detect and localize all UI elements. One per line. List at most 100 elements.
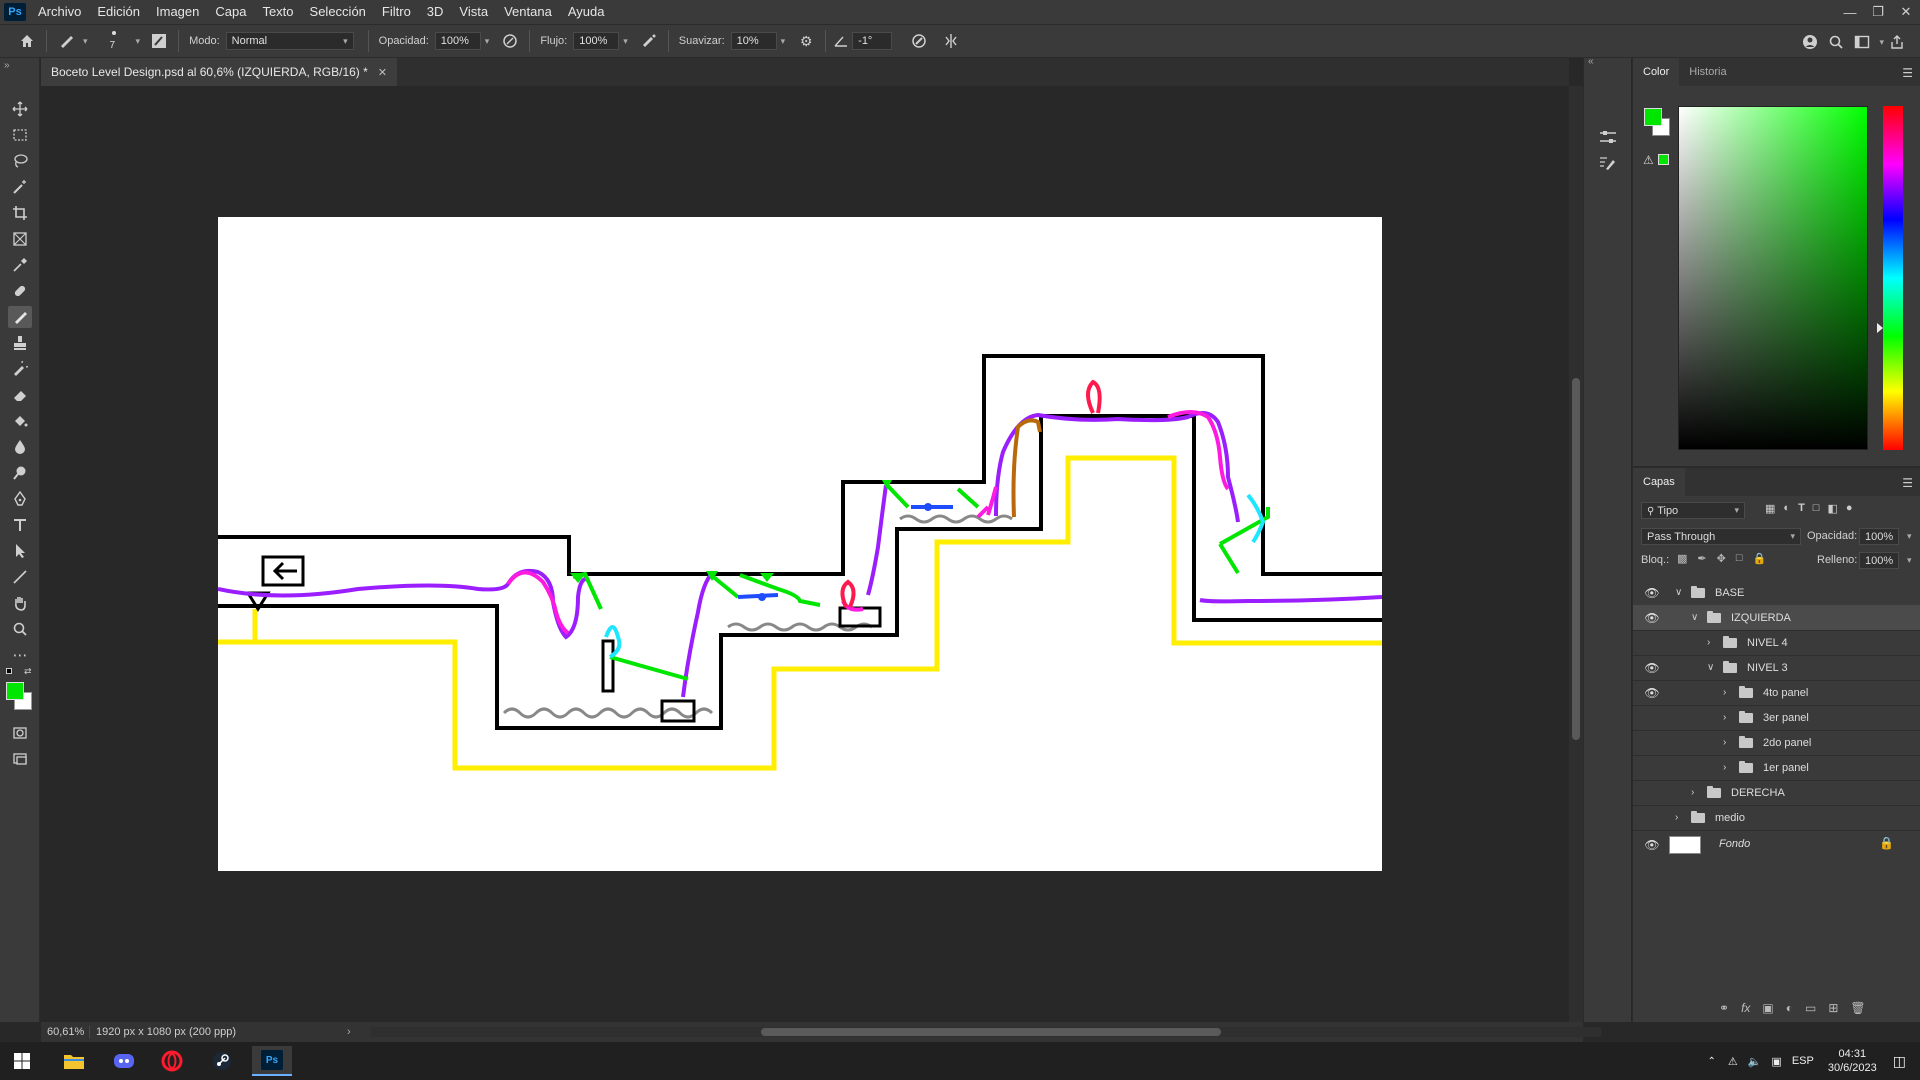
layer-row-nivel-4[interactable]: › NIVEL 4 bbox=[1633, 630, 1920, 655]
chevron-right-icon[interactable]: › bbox=[1707, 637, 1719, 648]
move-tool-icon[interactable] bbox=[8, 98, 32, 120]
chevron-down-icon[interactable]: ▾ bbox=[1907, 555, 1912, 566]
collapse-icon[interactable]: » bbox=[4, 60, 10, 71]
layer-row-1er-panel[interactable]: › 1er panel bbox=[1633, 755, 1920, 780]
crop-tool-icon[interactable] bbox=[8, 202, 32, 224]
windows-start-icon[interactable] bbox=[2, 1046, 42, 1076]
menu-ventana[interactable]: Ventana bbox=[496, 0, 560, 24]
pressure-opacity-icon[interactable] bbox=[497, 28, 523, 54]
hand-tool-icon[interactable] bbox=[8, 592, 32, 614]
menu-edicion[interactable]: Edición bbox=[89, 0, 148, 24]
file-explorer-icon[interactable] bbox=[54, 1046, 94, 1076]
filter-toggle-icon[interactable]: ● bbox=[1846, 502, 1853, 515]
symmetry-icon[interactable] bbox=[938, 28, 964, 54]
properties-icon[interactable] bbox=[1596, 126, 1620, 148]
visibility-eye-icon[interactable]: 👁 bbox=[1644, 655, 1660, 680]
steam-icon[interactable] bbox=[202, 1046, 242, 1076]
photoshop-logo-icon[interactable]: Ps bbox=[4, 3, 26, 21]
paint-bucket-tool-icon[interactable] bbox=[8, 410, 32, 432]
layer-row-4to-panel[interactable]: 👁 › 4to panel bbox=[1633, 680, 1920, 705]
adjustment-filter-icon[interactable]: ◐ bbox=[1783, 502, 1790, 515]
dodge-tool-icon[interactable] bbox=[8, 462, 32, 484]
layer-row-nivel-3[interactable]: 👁 ∨ NIVEL 3 bbox=[1633, 655, 1920, 680]
workspace-icon[interactable] bbox=[1849, 29, 1875, 55]
menu-vista[interactable]: Vista bbox=[451, 0, 496, 24]
adjustment-layer-icon[interactable]: ◐ bbox=[1786, 1001, 1793, 1015]
opera-icon[interactable] bbox=[152, 1046, 192, 1076]
tab-capas[interactable]: Capas bbox=[1633, 468, 1685, 496]
notifications-icon[interactable]: ◫ bbox=[1893, 1053, 1906, 1070]
foreground-color-swatch[interactable] bbox=[6, 682, 24, 700]
angle-field[interactable]: -1° bbox=[852, 32, 893, 50]
collapse-panels-icon[interactable]: « bbox=[1588, 56, 1594, 67]
clock[interactable]: 04:31 30/6/2023 bbox=[1828, 1047, 1877, 1075]
search-icon[interactable] bbox=[1823, 29, 1849, 55]
close-tab-icon[interactable]: ✕ bbox=[378, 66, 387, 79]
menu-imagen[interactable]: Imagen bbox=[148, 0, 207, 24]
layer-filter-select[interactable]: ⚲ Tipo ▾ bbox=[1641, 502, 1745, 519]
path-selection-tool-icon[interactable] bbox=[8, 540, 32, 562]
blur-tool-icon[interactable] bbox=[8, 436, 32, 458]
language-indicator[interactable]: ESP bbox=[1792, 1055, 1814, 1067]
chevron-down-icon[interactable]: ▾ bbox=[485, 36, 490, 47]
pen-tool-icon[interactable] bbox=[8, 488, 32, 510]
eraser-tool-icon[interactable] bbox=[8, 384, 32, 406]
lock-pixels-icon[interactable]: ✒ bbox=[1697, 552, 1706, 565]
layer-row-2do-panel[interactable]: › 2do panel bbox=[1633, 730, 1920, 755]
add-mask-icon[interactable]: ▣ bbox=[1762, 1001, 1773, 1015]
menu-capa[interactable]: Capa bbox=[207, 0, 254, 24]
visibility-toggle[interactable] bbox=[1644, 705, 1660, 730]
account-icon[interactable] bbox=[1797, 29, 1823, 55]
zoom-tool-icon[interactable] bbox=[8, 618, 32, 640]
zoom-level[interactable]: 60,61% bbox=[41, 1026, 89, 1038]
layer-row-derecha[interactable]: › DERECHA bbox=[1633, 780, 1920, 805]
hue-slider[interactable] bbox=[1883, 106, 1903, 450]
menu-archivo[interactable]: Archivo bbox=[30, 0, 89, 24]
vertical-scroll-thumb[interactable] bbox=[1572, 378, 1580, 740]
link-layers-icon[interactable]: ⚭ bbox=[1719, 1001, 1729, 1015]
chevron-down-icon[interactable]: ▾ bbox=[1907, 531, 1912, 542]
lock-position-icon[interactable]: ✥ bbox=[1717, 552, 1726, 565]
photoshop-taskbar-icon[interactable]: Ps bbox=[252, 1046, 292, 1076]
minimize-icon[interactable]: — bbox=[1836, 0, 1864, 24]
chevron-down-icon[interactable]: ▾ bbox=[781, 36, 786, 47]
visibility-toggle[interactable] bbox=[1644, 730, 1660, 755]
clone-stamp-tool-icon[interactable] bbox=[8, 332, 32, 354]
chevron-right-icon[interactable]: › bbox=[1691, 787, 1703, 798]
horizontal-scroll-thumb[interactable] bbox=[761, 1028, 1221, 1036]
lock-icon[interactable]: 🔒 bbox=[1879, 836, 1894, 850]
type-filter-icon[interactable]: T bbox=[1798, 502, 1805, 515]
visibility-eye-icon[interactable]: 👁 bbox=[1644, 831, 1660, 859]
visibility-toggle[interactable] bbox=[1644, 780, 1660, 805]
status-menu-icon[interactable]: › bbox=[347, 1026, 351, 1038]
chevron-right-icon[interactable]: › bbox=[1723, 737, 1735, 748]
type-tool-icon[interactable] bbox=[8, 514, 32, 536]
frame-tool-icon[interactable] bbox=[8, 228, 32, 250]
smoothing-field[interactable]: 10% bbox=[730, 32, 777, 50]
layer-opacity-field[interactable]: 100% bbox=[1859, 528, 1899, 545]
color-picker-field[interactable] bbox=[1678, 106, 1868, 450]
lasso-tool-icon[interactable] bbox=[8, 150, 32, 172]
brush-size-picker[interactable]: 7 bbox=[98, 28, 132, 54]
chevron-down-icon[interactable]: ∨ bbox=[1675, 587, 1687, 598]
tab-historia[interactable]: Historia bbox=[1679, 58, 1736, 86]
chevron-right-icon[interactable]: › bbox=[1723, 712, 1735, 723]
menu-texto[interactable]: Texto bbox=[254, 0, 301, 24]
default-colors-icon[interactable] bbox=[6, 668, 12, 674]
history-brush-tool-icon[interactable] bbox=[8, 358, 32, 380]
chevron-up-icon[interactable]: ⌃ bbox=[1707, 1056, 1715, 1067]
foreground-color-swatch[interactable] bbox=[1644, 108, 1662, 126]
gamut-color-swatch[interactable] bbox=[1658, 154, 1669, 165]
airbrush-icon[interactable] bbox=[636, 28, 662, 54]
more-tools-icon[interactable]: ⋯ bbox=[8, 644, 32, 666]
flow-field[interactable]: 100% bbox=[573, 32, 620, 50]
layer-row-izquierda[interactable]: 👁 ∨ IZQUIERDA bbox=[1633, 605, 1920, 630]
menu-3d[interactable]: 3D bbox=[419, 0, 452, 24]
chevron-right-icon[interactable]: › bbox=[1723, 762, 1735, 773]
chevron-right-icon[interactable]: › bbox=[1723, 687, 1735, 698]
panel-menu-icon[interactable]: ☰ bbox=[1902, 66, 1913, 80]
new-layer-icon[interactable]: ⊞ bbox=[1828, 1001, 1838, 1015]
panel-menu-icon[interactable]: ☰ bbox=[1902, 476, 1913, 490]
canvas[interactable] bbox=[217, 217, 1383, 871]
chevron-down-icon[interactable]: ▾ bbox=[83, 36, 88, 47]
